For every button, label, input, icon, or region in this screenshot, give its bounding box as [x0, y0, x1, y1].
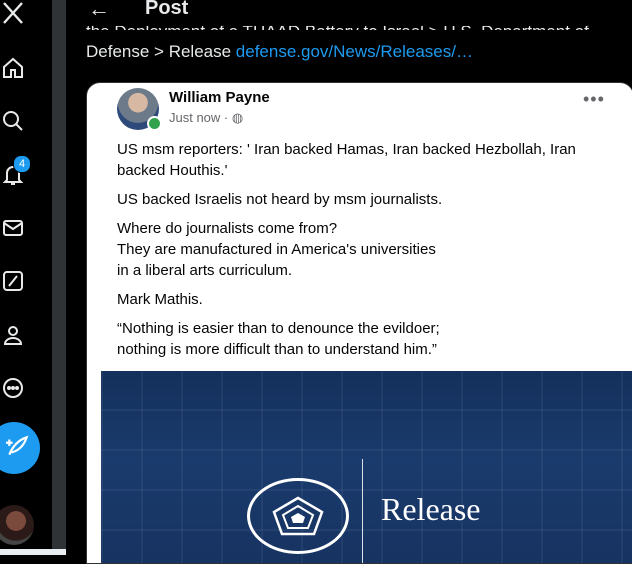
page-title: Post — [145, 0, 189, 19]
post-body: US msm reporters: ' Iran backed Hamas, I… — [117, 139, 607, 368]
tweet-text-prefix: Defense > Release — [86, 42, 236, 61]
profile-icon[interactable] — [0, 322, 26, 348]
grok-icon[interactable] — [0, 268, 26, 294]
compose-post-button[interactable] — [0, 422, 40, 474]
account-avatar[interactable] — [0, 505, 34, 545]
release-label: Release — [381, 491, 481, 527]
post-time-text: Just now · — [169, 110, 232, 125]
release-image: Release — [101, 371, 632, 563]
back-button[interactable]: ← — [88, 0, 110, 22]
notification-badge: 4 — [13, 155, 31, 173]
post-paragraph: Where do journalists come from? They are… — [117, 220, 436, 279]
post-image-card[interactable]: William Payne Just now · ◍ ••• US msm re… — [86, 82, 632, 564]
feather-plus-icon — [0, 433, 31, 464]
more-icon[interactable] — [0, 375, 26, 401]
messages-icon[interactable] — [0, 215, 26, 241]
online-status-dot — [147, 116, 162, 131]
post-paragraph: Mark Mathis. — [117, 291, 203, 308]
post-author: William Payne — [169, 89, 270, 106]
post-paragraph: US msm reporters: ' Iran backed Hamas, I… — [117, 141, 576, 179]
divider — [362, 459, 363, 563]
post-paragraph: “Nothing is easier than to denounce the … — [117, 320, 440, 358]
page-header: ← Post — [66, 0, 632, 26]
post-time: Just now · ◍ — [169, 110, 243, 126]
globe-icon: ◍ — [231, 110, 244, 125]
post-paragraph: US backed Israelis not heard by msm jour… — [117, 191, 443, 208]
tweet-text: Defense > Release defense.gov/News/Relea… — [86, 42, 473, 62]
tweet-link[interactable]: defense.gov/News/Releases/… — [236, 42, 473, 61]
main-column: the Deployment of a THAAD Battery to Isr… — [66, 0, 632, 564]
home-icon[interactable] — [0, 55, 26, 81]
arrow-left-icon: ← — [88, 0, 110, 21]
pentagon-seal-icon — [247, 478, 349, 554]
x-logo-icon[interactable] — [0, 0, 26, 26]
search-icon[interactable] — [0, 108, 26, 134]
left-nav: 4 — [0, 0, 52, 555]
more-options-icon: ••• — [583, 89, 605, 109]
pentagon-aerial-background — [101, 371, 632, 563]
sidebar-scrollbar[interactable] — [52, 0, 66, 555]
